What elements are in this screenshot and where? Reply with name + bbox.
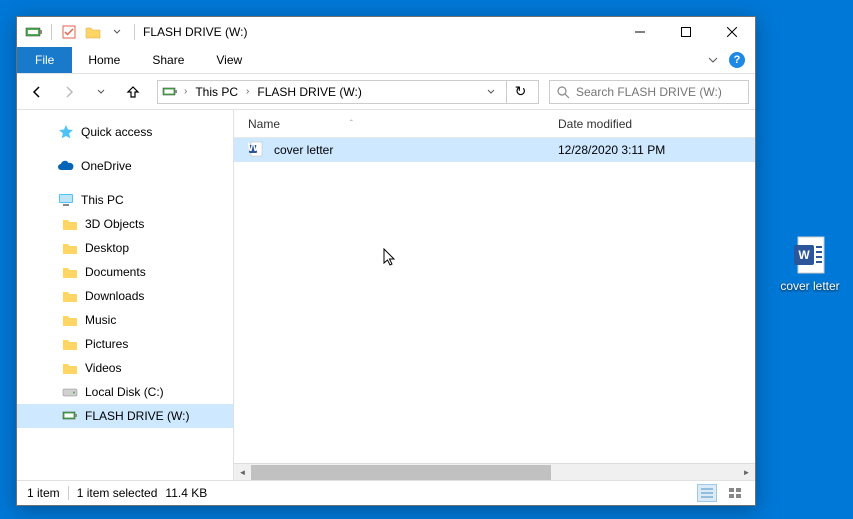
svg-text:W: W xyxy=(248,141,259,154)
status-size: 11.4 KB xyxy=(165,486,207,500)
tree-flash-drive[interactable]: FLASH DRIVE (W:) xyxy=(17,404,233,428)
chevron-right-icon[interactable]: › xyxy=(180,86,191,97)
tree-label: Local Disk (C:) xyxy=(85,385,164,399)
search-icon xyxy=(556,85,570,99)
qat-dropdown-icon[interactable] xyxy=(106,21,128,43)
search-box[interactable] xyxy=(549,80,749,104)
back-button[interactable] xyxy=(23,78,51,106)
word-doc-icon: W xyxy=(792,235,828,275)
folder-icon xyxy=(61,311,79,329)
disk-icon xyxy=(61,383,79,401)
tree-label: Quick access xyxy=(81,125,152,139)
tree-label: Downloads xyxy=(85,289,144,303)
tab-home[interactable]: Home xyxy=(72,47,136,73)
refresh-button[interactable]: ↻ xyxy=(506,80,534,104)
tree-desktop[interactable]: Desktop xyxy=(17,236,233,260)
tree-label: This PC xyxy=(81,193,124,207)
tree-local-disk[interactable]: Local Disk (C:) xyxy=(17,380,233,404)
chevron-down-icon[interactable] xyxy=(482,88,500,96)
tree-downloads[interactable]: Downloads xyxy=(17,284,233,308)
ribbon-expand-icon[interactable] xyxy=(707,56,719,64)
file-name: cover letter xyxy=(274,143,558,157)
nav-toolbar: › This PC › FLASH DRIVE (W:) ↻ xyxy=(17,74,755,110)
sort-indicator-icon: ˆ xyxy=(350,119,353,128)
tree-documents[interactable]: Documents xyxy=(17,260,233,284)
folder-icon xyxy=(61,287,79,305)
tree-this-pc[interactable]: This PC xyxy=(17,188,233,212)
column-date[interactable]: Date modified xyxy=(558,117,755,131)
horizontal-scrollbar[interactable]: ◄ ► xyxy=(234,463,755,480)
status-count: 1 item xyxy=(27,486,60,500)
scroll-right-icon[interactable]: ► xyxy=(738,464,755,481)
desktop-icon-label: cover letter xyxy=(780,279,839,293)
tree-3d-objects[interactable]: 3D Objects xyxy=(17,212,233,236)
drive-icon xyxy=(61,407,79,425)
star-icon xyxy=(57,123,75,141)
folder-icon xyxy=(61,263,79,281)
qat-new-folder[interactable] xyxy=(82,21,104,43)
qat-properties[interactable] xyxy=(58,21,80,43)
tree-onedrive[interactable]: OneDrive xyxy=(17,154,233,178)
tree-label: 3D Objects xyxy=(85,217,144,231)
chevron-right-icon[interactable]: › xyxy=(242,86,253,97)
tree-videos[interactable]: Videos xyxy=(17,356,233,380)
folder-icon xyxy=(61,215,79,233)
up-button[interactable] xyxy=(119,78,147,106)
forward-button[interactable] xyxy=(55,78,83,106)
drive-icon xyxy=(23,21,45,43)
scroll-left-icon[interactable]: ◄ xyxy=(234,464,251,481)
folder-icon xyxy=(61,239,79,257)
close-button[interactable] xyxy=(709,17,755,47)
tree-music[interactable]: Music xyxy=(17,308,233,332)
status-bar: 1 item 1 item selected 11.4 KB xyxy=(17,481,755,505)
drive-icon xyxy=(162,86,178,98)
column-headers: Nameˆ Date modified xyxy=(234,110,755,138)
word-doc-icon: W xyxy=(248,141,266,159)
help-button[interactable]: ? xyxy=(729,52,745,68)
breadcrumb-flash-drive[interactable]: FLASH DRIVE (W:) xyxy=(255,85,363,99)
separator xyxy=(51,24,52,40)
onedrive-icon xyxy=(57,157,75,175)
ribbon-tabs: File Home Share View ? xyxy=(17,47,755,74)
recent-dropdown-icon[interactable] xyxy=(87,78,115,106)
tab-view[interactable]: View xyxy=(200,47,258,73)
status-selected: 1 item selected xyxy=(77,486,158,500)
pc-icon xyxy=(57,191,75,209)
explorer-window: FLASH DRIVE (W:) File Home Share View ? … xyxy=(16,16,756,506)
tree-label: Music xyxy=(85,313,116,327)
minimize-button[interactable] xyxy=(617,17,663,47)
navigation-pane[interactable]: Quick access OneDrive This PC 3D Objects… xyxy=(17,110,234,480)
view-details-button[interactable] xyxy=(697,484,717,502)
scroll-thumb[interactable] xyxy=(251,465,551,480)
folder-icon xyxy=(61,359,79,377)
separator xyxy=(134,24,135,40)
maximize-button[interactable] xyxy=(663,17,709,47)
view-large-icons-button[interactable] xyxy=(725,484,745,502)
file-row[interactable]: W cover letter 12/28/2020 3:11 PM xyxy=(234,138,755,162)
file-list[interactable]: W cover letter 12/28/2020 3:11 PM xyxy=(234,138,755,463)
address-bar[interactable]: › This PC › FLASH DRIVE (W:) ↻ xyxy=(157,80,539,104)
file-tab[interactable]: File xyxy=(17,47,72,73)
desktop-shortcut[interactable]: W cover letter xyxy=(775,235,845,293)
tree-label: Pictures xyxy=(85,337,128,351)
column-name[interactable]: Nameˆ xyxy=(248,117,558,131)
folder-icon xyxy=(61,335,79,353)
tree-label: Desktop xyxy=(85,241,129,255)
titlebar[interactable]: FLASH DRIVE (W:) xyxy=(17,17,755,47)
breadcrumb-this-pc[interactable]: This PC xyxy=(193,85,240,99)
tree-label: Documents xyxy=(85,265,146,279)
tree-pictures[interactable]: Pictures xyxy=(17,332,233,356)
file-pane: Nameˆ Date modified W cover letter 12/28… xyxy=(234,110,755,480)
tree-label: FLASH DRIVE (W:) xyxy=(85,409,189,423)
tree-quick-access[interactable]: Quick access xyxy=(17,120,233,144)
svg-text:W: W xyxy=(798,248,810,262)
search-input[interactable] xyxy=(576,85,742,99)
file-date: 12/28/2020 3:11 PM xyxy=(558,143,665,157)
tab-share[interactable]: Share xyxy=(136,47,200,73)
tree-label: Videos xyxy=(85,361,121,375)
window-title: FLASH DRIVE (W:) xyxy=(143,25,247,39)
tree-label: OneDrive xyxy=(81,159,132,173)
